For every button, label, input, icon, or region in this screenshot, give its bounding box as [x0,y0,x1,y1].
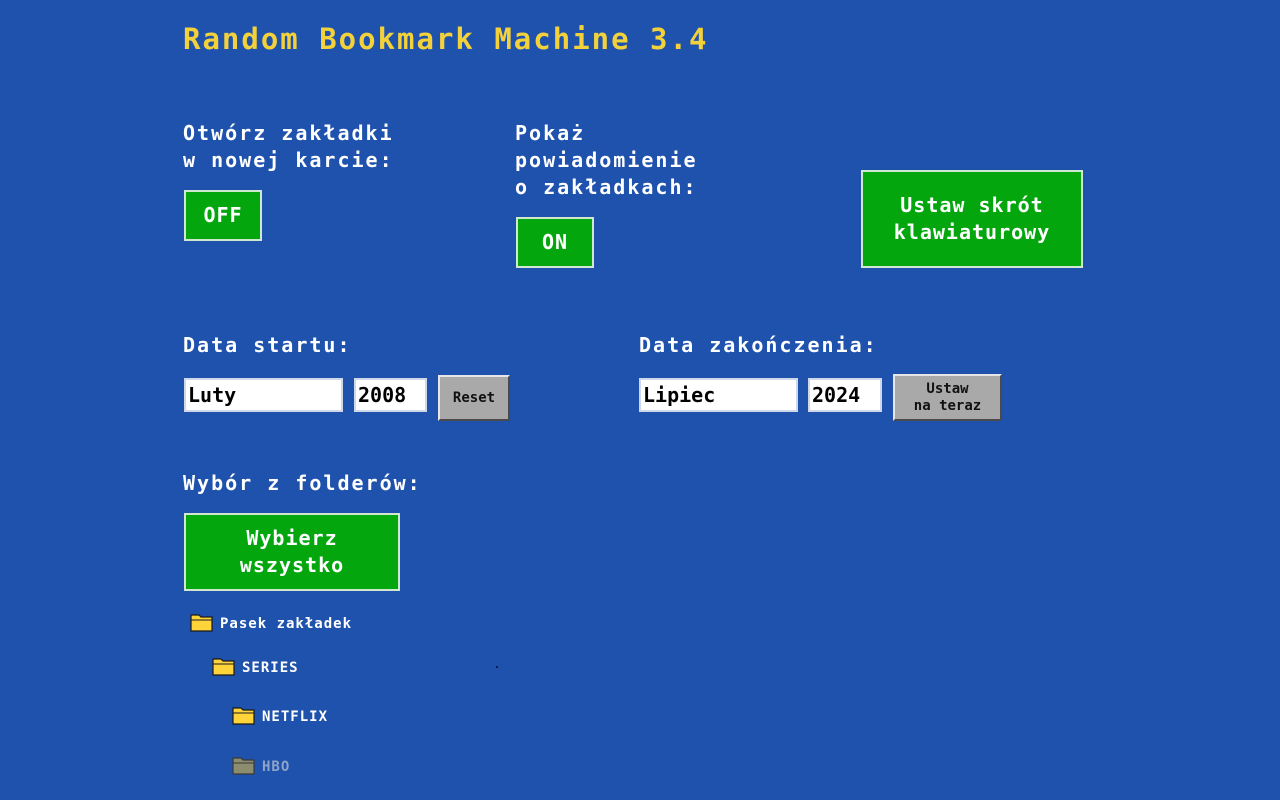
folder-item-netflix[interactable]: NETFLIX [232,705,328,725]
end-year-field[interactable]: 2024 [808,378,882,412]
folder-name: HBO [262,759,291,775]
open-new-tab-toggle[interactable]: OFF [184,190,262,241]
set-shortcut-button[interactable]: Ustaw skrót klawiaturowy [861,170,1083,268]
stray-pixel [496,666,498,668]
set-now-button[interactable]: Ustaw na teraz [893,374,1002,421]
folder-item-series[interactable]: SERIES [212,656,299,676]
folder-icon [190,612,214,632]
folder-selection-label: Wybór z folderów: [183,471,422,495]
show-notification-toggle[interactable]: ON [516,217,594,268]
folder-icon [212,656,236,676]
open-new-tab-label: Otwórz zakładki w nowej karcie: [183,121,394,172]
start-date-label: Data startu: [183,333,352,357]
start-year-field[interactable]: 2008 [354,378,427,412]
folder-icon [232,705,256,725]
select-all-button[interactable]: Wybierz wszystko [184,513,400,591]
end-date-label: Data zakończenia: [639,333,878,357]
folder-name: NETFLIX [262,709,329,725]
show-notification-label: Pokaż powiadomienie o zakładkach: [515,121,698,199]
start-month-field[interactable]: Luty [184,378,343,412]
folder-icon-disabled [232,755,256,775]
folder-item-hbo[interactable]: HBO [232,755,290,775]
reset-button[interactable]: Reset [438,375,510,421]
app-title: Random Bookmark Machine 3.4 [183,22,709,56]
end-month-field[interactable]: Lipiec [639,378,798,412]
folder-name: Pasek zakładek [220,616,353,632]
folder-name: SERIES [242,660,299,676]
folder-item-pasek-zakladek[interactable]: Pasek zakładek [190,612,352,632]
